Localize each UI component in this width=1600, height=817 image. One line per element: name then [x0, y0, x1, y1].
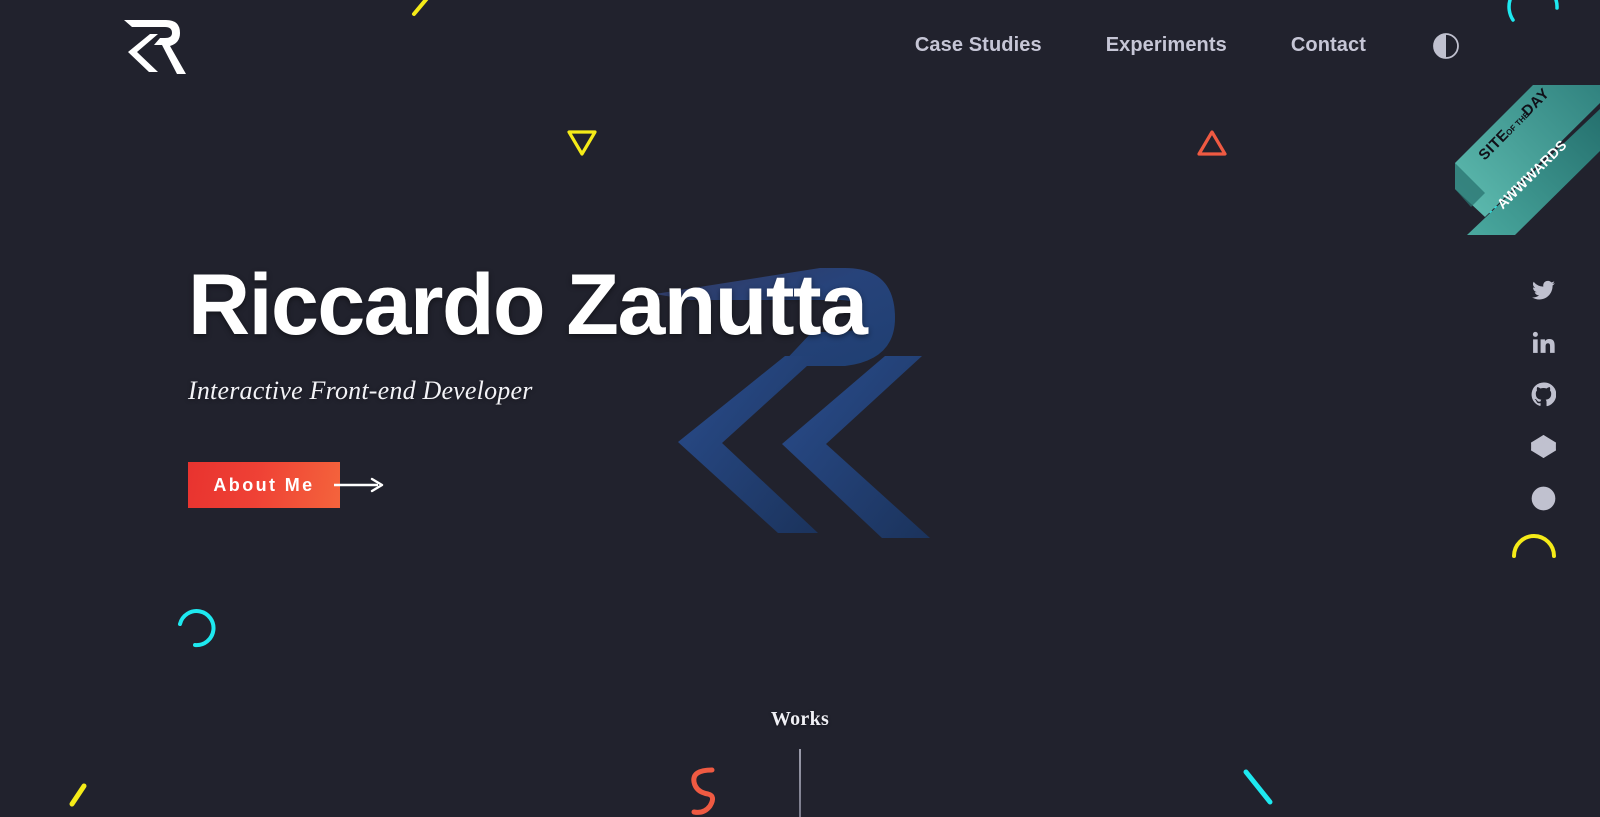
about-me-cta: About Me [188, 462, 387, 508]
about-me-button-label: About Me [213, 474, 315, 495]
works-label: Works [770, 708, 830, 730]
page-title: Riccardo Zanutta [188, 257, 868, 353]
social-links-rail [1531, 278, 1556, 511]
riccardo-zanutta-logo[interactable] [120, 12, 190, 78]
codepen-icon[interactable] [1531, 434, 1556, 459]
awwwards-site-of-the-day-ribbon[interactable]: SITE OF THE DAY AWWWARDS [1455, 67, 1600, 235]
yellow-triangle-down-icon [567, 130, 597, 156]
scroll-line [799, 749, 801, 817]
yellow-arc-right [1512, 534, 1556, 558]
nav-item-experiments[interactable]: Experiments [1106, 30, 1227, 61]
linkedin-icon[interactable] [1531, 330, 1556, 355]
arrow-right-icon [334, 477, 384, 493]
github-icon[interactable] [1531, 382, 1556, 407]
hero-subtitle: Interactive Front-end Developer [188, 376, 533, 405]
nav-item-case-studies[interactable]: Case Studies [915, 30, 1042, 61]
works-scroll-indicator[interactable]: Works [0, 708, 1600, 817]
site-header: Case Studies Experiments Contact [0, 0, 1600, 95]
half-circle-contrast-icon[interactable] [1432, 32, 1460, 60]
about-me-button[interactable]: About Me [188, 462, 340, 508]
hero-section: Riccardo Zanutta Interactive Front-end D… [188, 257, 868, 406]
nav-item-contact[interactable]: Contact [1291, 30, 1366, 61]
dribbble-icon[interactable] [1531, 486, 1556, 511]
hero-page: Case Studies Experiments Contact Riccard… [0, 0, 1600, 817]
main-navigation: Case Studies Experiments Contact [915, 30, 1460, 61]
twitter-icon[interactable] [1531, 278, 1556, 303]
red-triangle-up-icon [1197, 130, 1227, 156]
cyan-arc-lower-left [178, 609, 216, 648]
